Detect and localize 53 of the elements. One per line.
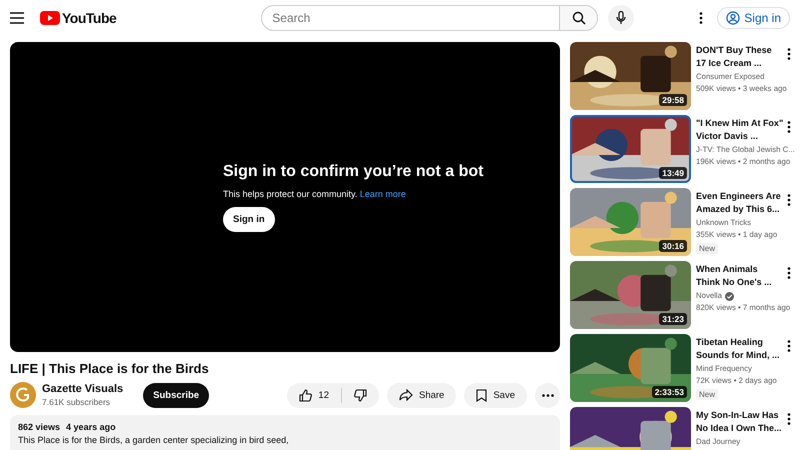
recommended-video-title[interactable]: DON'T Buy These 17 Ice Cream ...: [696, 44, 784, 69]
recommended-video-title[interactable]: When Animals Think No One's ...: [696, 263, 784, 288]
bookmark-icon: [476, 388, 488, 402]
description-text: This Place is for the Birds, a garden center specializing in bird seed,: [18, 435, 290, 445]
subscriber-count: 7.61K subscribers: [42, 397, 112, 407]
player-heading: Sign in to confirm you’re not a bot: [223, 162, 484, 180]
duration-label: 31:23: [659, 313, 687, 325]
upload-age: 4 years ago: [66, 422, 116, 432]
view-count: 862 views: [18, 422, 60, 432]
subscribe-button[interactable]: Subscribe: [143, 382, 210, 408]
microphone-button[interactable]: [608, 4, 634, 30]
duration-label: 2:33:53: [652, 386, 687, 398]
channel-avatar-icon[interactable]: [10, 382, 36, 408]
verified-icon: [725, 292, 734, 300]
description-panel[interactable]: 862 views 4 years ago This Place is for the Birds, a garden center specializing in bird seed,: [10, 415, 560, 450]
duration-label: 13:49: [659, 167, 687, 179]
video-title: LIFE | This Place is for the Birds: [10, 361, 210, 376]
new-badge: New: [696, 389, 718, 400]
duration-label: 29:58: [659, 94, 687, 106]
more-icon[interactable]: [786, 413, 791, 425]
learn-more-link[interactable]: Learn more: [360, 188, 406, 198]
account-icon: [726, 10, 740, 24]
more-icon[interactable]: [786, 121, 791, 133]
more-icon: [542, 394, 554, 396]
player-sign-in-button[interactable]: Sign in: [223, 206, 275, 232]
save-button[interactable]: Save: [464, 382, 527, 408]
more-icon[interactable]: [786, 267, 791, 279]
more-icon[interactable]: [786, 194, 791, 206]
channel-name[interactable]: Gazette Visuals: [42, 383, 124, 395]
share-button[interactable]: Share: [386, 382, 456, 408]
share-arrow-icon: [398, 389, 413, 401]
search-bar[interactable]: Search: [261, 4, 598, 30]
search-input[interactable]: Search: [262, 10, 560, 24]
menu-icon[interactable]: [10, 12, 24, 24]
more-icon[interactable]: [786, 340, 791, 352]
more-icon[interactable]: [699, 12, 704, 24]
play-logo-icon[interactable]: [40, 10, 60, 24]
recommended-video-title[interactable]: Even Engineers Are Amazed by This 6...: [696, 190, 784, 215]
thumbs-down-icon: [354, 388, 367, 402]
recommended-video-title[interactable]: Tibetan Healing Sounds for Mind, ...: [696, 336, 784, 361]
more-icon[interactable]: [786, 48, 791, 60]
search-icon: [572, 10, 586, 24]
recommended-video-title[interactable]: "I Knew Him At Fox" Victor Davis ...: [696, 117, 784, 142]
new-badge: New: [696, 243, 718, 254]
sign-in-button[interactable]: Sign in: [717, 6, 790, 28]
recommended-video-title[interactable]: My Son-In-Law Has No Idea I Own The...: [696, 409, 784, 434]
search-button[interactable]: [559, 6, 598, 30]
duration-label: 30:16: [659, 240, 687, 252]
logo-text[interactable]: YouTube: [62, 10, 116, 26]
player-message: This helps protect our community. Learn more: [223, 188, 407, 198]
microphone-icon: [616, 10, 626, 24]
more-actions-button[interactable]: [535, 382, 560, 408]
thumbs-up-icon: [299, 388, 312, 402]
